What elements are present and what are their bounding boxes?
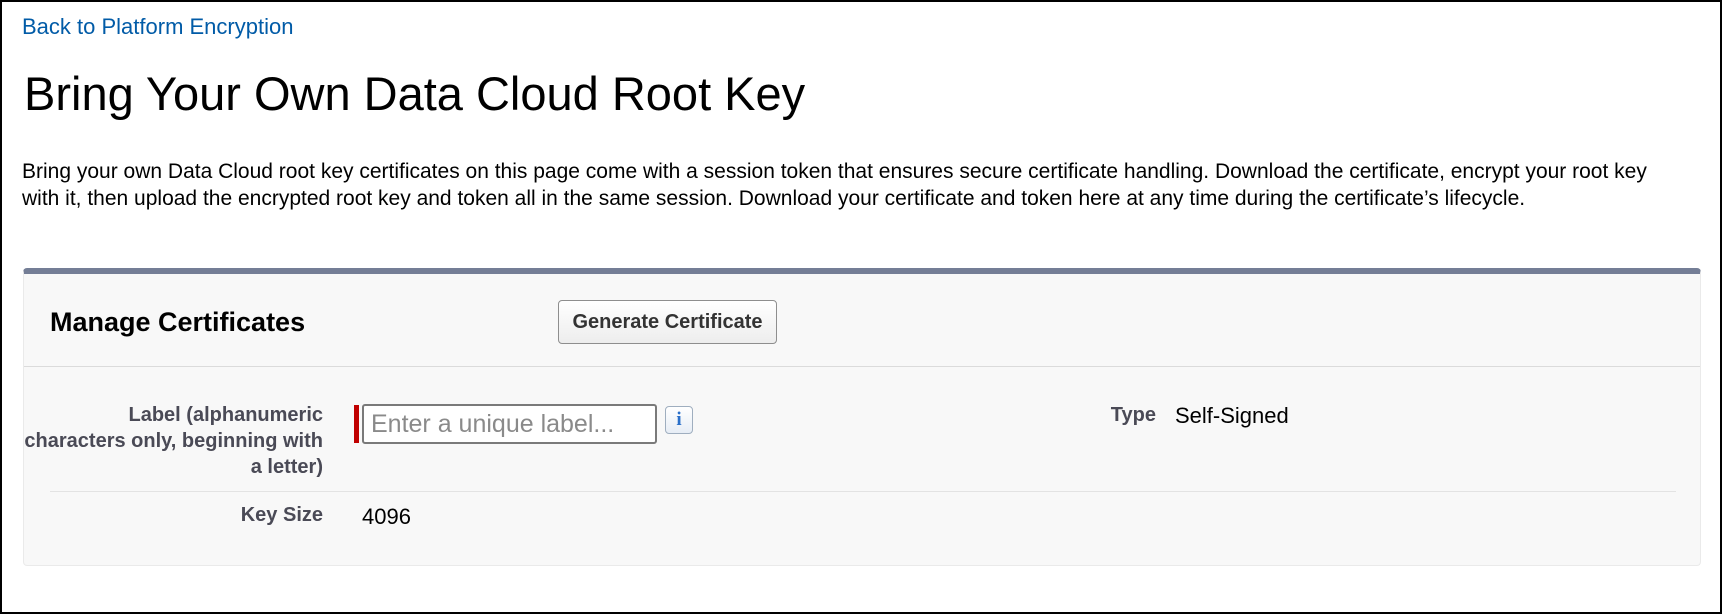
panel-title: Manage Certificates [50, 307, 306, 337]
label-input[interactable] [362, 404, 657, 444]
key-size-value: 4096 [362, 504, 411, 529]
required-indicator [354, 405, 359, 443]
page-title: Bring Your Own Data Cloud Root Key [24, 67, 806, 120]
key-size-field-label: Key Size [240, 504, 323, 526]
label-field-label: Label (alphanumeric characters only, beg… [24, 404, 323, 478]
info-icon[interactable]: i [665, 406, 693, 434]
manage-certificates-panel: Manage Certificates Generate Certificate… [23, 268, 1701, 566]
page-frame: Back to Platform Encryption Bring Your O… [0, 0, 1722, 614]
panel-header: Manage Certificates Generate Certificate [24, 274, 1700, 367]
page-description: Bring your own Data Cloud root key certi… [22, 160, 1647, 210]
back-to-platform-encryption-link[interactable]: Back to Platform Encryption [22, 14, 293, 40]
type-field-label: Type [1110, 404, 1156, 426]
row-divider [50, 491, 1676, 492]
type-value: Self-Signed [1175, 403, 1289, 428]
generate-certificate-button[interactable]: Generate Certificate [558, 300, 777, 344]
